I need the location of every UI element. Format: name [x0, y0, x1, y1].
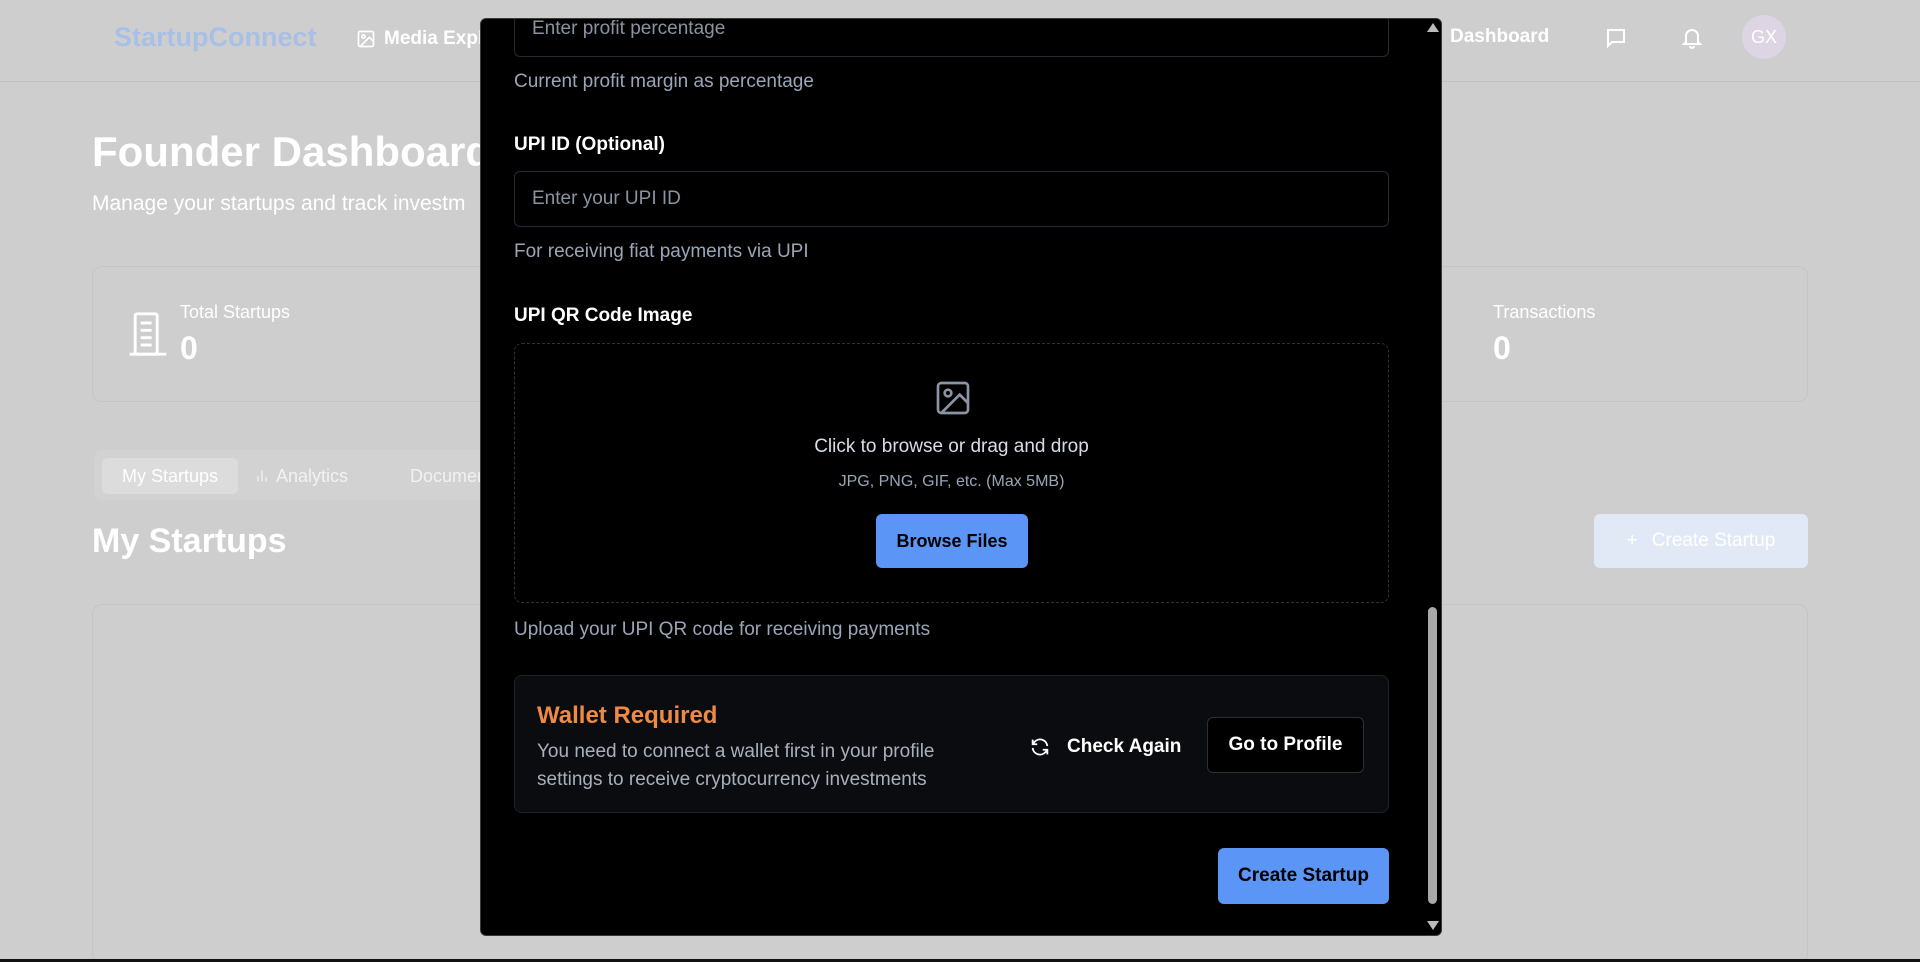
create-startup-submit-button[interactable]: Create Startup	[1218, 848, 1389, 904]
page-title: Founder Dashboard	[92, 128, 492, 175]
nav-dashboard[interactable]: Dashboard	[1450, 26, 1549, 48]
qr-dropzone[interactable]: Click to browse or drag and drop JPG, PN…	[514, 343, 1389, 603]
avatar[interactable]: GX	[1742, 15, 1786, 59]
scroll-up-arrow-icon[interactable]	[1427, 23, 1439, 32]
nav-media-explorer[interactable]: Media Expl	[356, 28, 483, 50]
wallet-required-title: Wallet Required	[537, 702, 718, 729]
wallet-required-description: You need to connect a wallet first in yo…	[537, 741, 935, 790]
stat-value-transactions: 0	[1493, 330, 1511, 366]
tab-my-startups[interactable]: My Startups	[102, 458, 239, 494]
modal-scrollbar[interactable]	[1423, 19, 1441, 935]
create-startup-button[interactable]: + Create Startup	[1594, 514, 1808, 568]
dropzone-subtitle: JPG, PNG, GIF, etc. (Max 5MB)	[838, 473, 1065, 490]
upi-id-label: UPI ID (Optional)	[514, 134, 665, 155]
image-upload-icon	[936, 381, 970, 415]
upi-id-input[interactable]	[514, 171, 1389, 227]
check-again-button[interactable]: Check Again	[1029, 730, 1181, 764]
bar-chart-icon	[257, 470, 267, 482]
stat-label-transactions: Transactions	[1493, 302, 1596, 322]
scroll-down-arrow-icon[interactable]	[1427, 921, 1439, 930]
nav-media-label: Media Expl	[384, 28, 484, 49]
tab-label: My Startups	[122, 465, 219, 486]
modal-scroll-content[interactable]: Current profit margin as percentage UPI …	[481, 19, 1423, 935]
building-icon	[129, 312, 167, 356]
image-icon	[357, 30, 375, 48]
upi-qr-label: UPI QR Code Image	[514, 305, 693, 326]
upi-qr-help-text: Upload your UPI QR code for receiving pa…	[514, 619, 931, 640]
stat-label-total-startups: Total Startups	[180, 302, 291, 322]
page-subtitle: Manage your startups and track investm	[92, 192, 466, 215]
check-again-label: Check Again	[1067, 736, 1182, 757]
bell-icon[interactable]	[1680, 26, 1704, 50]
go-to-profile-button[interactable]: Go to Profile	[1207, 717, 1364, 773]
brand-logo[interactable]: StartupConnect	[114, 22, 317, 53]
profit-help-text: Current profit margin as percentage	[514, 71, 814, 92]
wallet-required-box: Wallet Required You need to connect a wa…	[514, 675, 1389, 813]
create-startup-label: Create Startup	[1651, 530, 1776, 551]
message-icon[interactable]	[1604, 26, 1628, 50]
refresh-icon	[1031, 738, 1049, 756]
browse-files-button[interactable]: Browse Files	[876, 514, 1028, 568]
tabs-bar: My Startups Analytics Document	[94, 450, 514, 500]
tab-label: Analytics	[276, 465, 349, 486]
profit-percentage-input[interactable]	[514, 19, 1389, 57]
plus-icon: +	[1626, 530, 1638, 551]
tab-analytics[interactable]: Analytics	[234, 458, 368, 494]
create-startup-modal: Current profit margin as percentage UPI …	[480, 18, 1442, 936]
upi-id-help-text: For receiving fiat payments via UPI	[514, 241, 809, 262]
dropzone-title: Click to browse or drag and drop	[814, 436, 1089, 457]
section-title: My Startups	[92, 522, 287, 560]
stat-value-total-startups: 0	[180, 330, 198, 366]
scrollbar-thumb[interactable]	[1428, 607, 1437, 904]
